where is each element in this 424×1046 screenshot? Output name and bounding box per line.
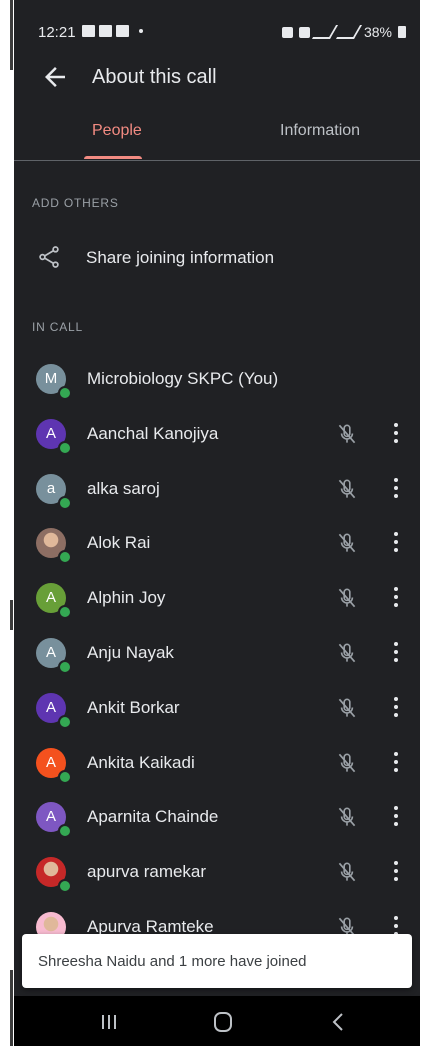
signal-icon xyxy=(335,25,363,39)
share-joining-info-row[interactable]: Share joining information xyxy=(14,232,420,282)
online-status-dot xyxy=(58,659,72,674)
section-in-call: IN CALL xyxy=(32,320,83,334)
alarm-icon xyxy=(298,26,310,38)
lock-icon xyxy=(281,26,293,38)
toast-text: Shreesha Naidu and 1 more have joined xyxy=(38,953,307,970)
participant-row[interactable]: apurva ramekar xyxy=(14,845,420,900)
more-options-icon[interactable] xyxy=(390,804,402,830)
back-button[interactable] xyxy=(40,62,70,92)
right-edge xyxy=(420,0,424,1046)
participant-name: Microbiology SKPC (You) xyxy=(87,369,279,388)
participant-row[interactable]: M Microbiology SKPC (You) xyxy=(14,352,420,407)
participant-row[interactable]: A Aparnita Chainde xyxy=(14,790,420,845)
more-options-icon[interactable] xyxy=(390,750,402,776)
back-arrow-icon xyxy=(45,67,65,87)
mic-off-icon xyxy=(334,585,360,611)
recent-apps-icon[interactable] xyxy=(94,1010,124,1034)
online-status-dot xyxy=(58,495,72,510)
mic-off-icon xyxy=(334,640,360,666)
mic-off-icon xyxy=(334,859,360,885)
participant-row[interactable]: A Anju Nayak xyxy=(14,626,420,681)
tab-bar: People Information xyxy=(14,112,420,161)
left-edge xyxy=(0,0,14,1046)
participant-name: apurva ramekar xyxy=(87,862,207,882)
share-icon xyxy=(39,246,59,268)
participant-row[interactable]: A Ankit Borkar xyxy=(14,681,420,736)
system-icons: 38% xyxy=(281,24,406,40)
wifi-icon xyxy=(311,25,339,39)
home-icon[interactable] xyxy=(208,1010,238,1034)
participant-row[interactable]: a alka saroj xyxy=(14,462,420,517)
photo-icon xyxy=(99,25,112,37)
tab-information[interactable]: Information xyxy=(280,122,360,140)
tab-indicator xyxy=(84,156,142,159)
app-bar: About this call xyxy=(14,56,420,100)
online-status-dot xyxy=(58,386,72,400)
participant-name: Aanchal Kanojiya xyxy=(87,423,219,443)
notification-icons xyxy=(82,25,143,37)
status-bar: 12:21 38% xyxy=(14,0,420,62)
participant-row[interactable]: A Alphin Joy xyxy=(14,571,420,626)
online-status-dot xyxy=(58,714,72,729)
online-status-dot xyxy=(58,550,72,565)
more-options-icon[interactable] xyxy=(390,859,402,885)
mic-off-icon xyxy=(334,530,360,556)
join-toast: Shreesha Naidu and 1 more have joined xyxy=(22,934,412,988)
share-label: Share joining information xyxy=(86,248,275,267)
online-status-dot xyxy=(58,879,72,894)
participant-row[interactable]: A Aanchal Kanojiya xyxy=(14,407,420,462)
online-status-dot xyxy=(58,769,72,784)
mic-off-icon xyxy=(334,421,360,447)
participant-name: Alok Rai xyxy=(87,533,151,553)
mic-off-icon xyxy=(334,476,360,502)
participant-name: Alphin Joy xyxy=(87,588,166,608)
page-title: About this call xyxy=(92,66,217,88)
participant-list: M Microbiology SKPC (You) A Aanchal Kanojiy… xyxy=(14,352,420,955)
more-options-icon[interactable] xyxy=(390,530,402,556)
participant-name: Aparnita Chainde xyxy=(87,807,219,827)
more-options-icon[interactable] xyxy=(390,695,402,721)
tab-people[interactable]: People xyxy=(92,122,142,140)
section-add-others: ADD OTHERS xyxy=(32,196,119,210)
gallery-icon xyxy=(82,25,95,37)
battery-icon xyxy=(398,26,406,38)
participant-row[interactable]: A Ankita Kaikadi xyxy=(14,736,420,791)
participant-name: alka saroj xyxy=(87,478,160,498)
app-icon xyxy=(116,25,129,37)
phone-screen: 12:21 38% About this call People Informa… xyxy=(14,0,420,1046)
participant-row[interactable]: Alok Rai xyxy=(14,516,420,571)
more-options-icon[interactable] xyxy=(390,421,402,447)
mic-off-icon xyxy=(334,750,360,776)
more-options-icon[interactable] xyxy=(390,585,402,611)
participant-name: Ankita Kaikadi xyxy=(87,752,195,772)
mic-off-icon xyxy=(334,804,360,830)
status-time: 12:21 xyxy=(38,24,76,41)
mic-off-icon xyxy=(334,695,360,721)
system-nav-bar xyxy=(14,996,420,1046)
online-status-dot xyxy=(58,824,72,839)
online-status-dot xyxy=(58,440,72,455)
online-status-dot xyxy=(58,605,72,620)
more-options-icon[interactable] xyxy=(390,476,402,502)
more-options-icon[interactable] xyxy=(390,640,402,666)
more-notifications-icon xyxy=(139,29,143,33)
participant-name: Ankit Borkar xyxy=(87,697,180,717)
battery-percent: 38% xyxy=(363,24,392,40)
nav-back-icon[interactable] xyxy=(324,1010,354,1034)
participant-name: Anju Nayak xyxy=(87,642,174,662)
